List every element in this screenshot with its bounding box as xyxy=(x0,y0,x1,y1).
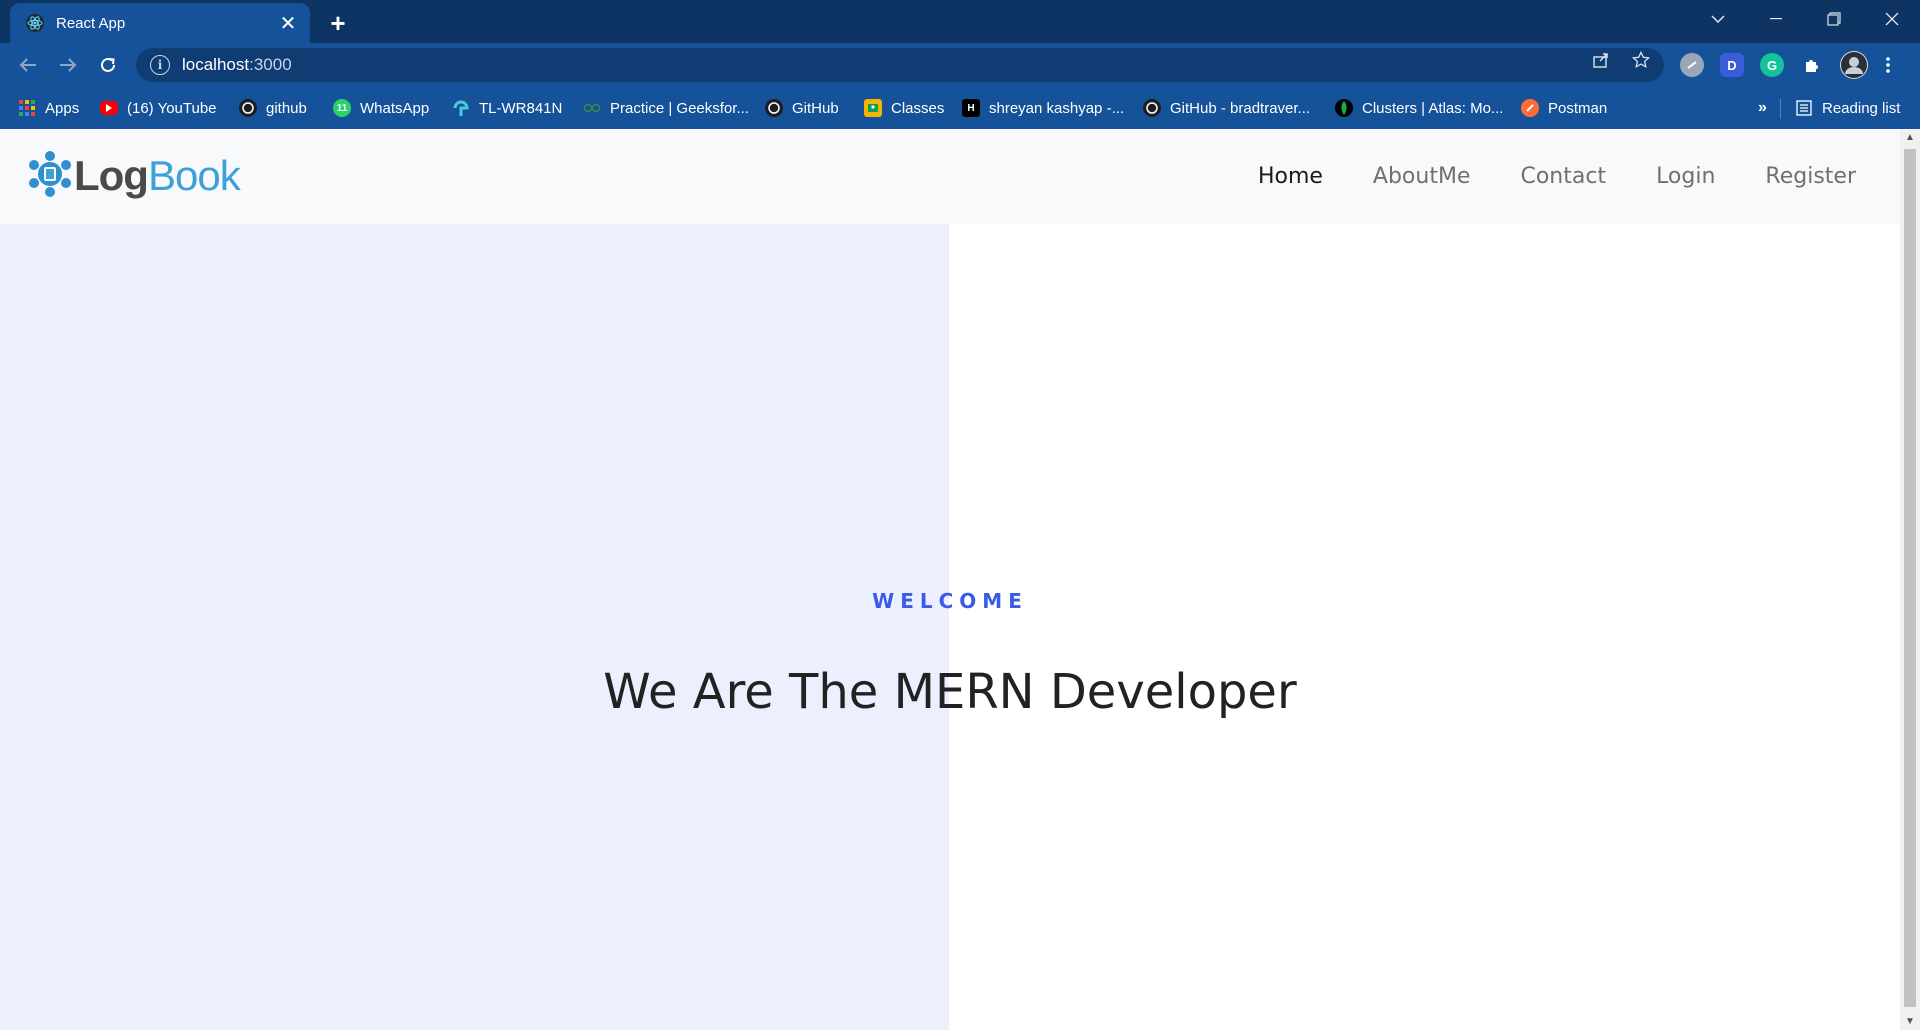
bookmarks-bar: Apps (16) YouTube github 11 WhatsApp TL-… xyxy=(0,87,1920,129)
bookmark-geeksforgeeks[interactable]: Practice | Geeksfor... xyxy=(583,97,749,119)
bookmark-label: Postman xyxy=(1548,99,1608,117)
bookmark-label: GitHub - bradtraver... xyxy=(1170,99,1311,117)
site-navbar: LogBook Home AboutMe Contact Login Regis… xyxy=(0,129,1900,224)
bookmark-label: WhatsApp xyxy=(360,99,430,117)
classroom-icon xyxy=(864,99,882,117)
hero-section: WELCOME We Are The MERN Developer xyxy=(0,224,1900,1030)
bookmark-tplink[interactable]: TL-WR841N xyxy=(452,97,562,119)
bookmark-github-2[interactable]: GitHub xyxy=(765,97,839,119)
bookmark-label: TL-WR841N xyxy=(479,99,563,117)
bookmark-label: (16) YouTube xyxy=(127,99,217,117)
reading-list-button[interactable]: Reading list xyxy=(1795,97,1900,119)
nav-aboutme[interactable]: AboutMe xyxy=(1373,164,1471,189)
bookmark-postman[interactable]: Postman xyxy=(1521,97,1607,119)
close-window-icon[interactable] xyxy=(1864,0,1920,38)
whatsapp-icon: 11 xyxy=(333,99,351,117)
close-tab-icon[interactable]: ✕ xyxy=(274,9,302,37)
tab-search-icon[interactable] xyxy=(1690,0,1746,38)
nav-home[interactable]: Home xyxy=(1258,164,1323,189)
tab-react-app[interactable]: React App ✕ xyxy=(10,3,310,43)
mongodb-leaf-icon xyxy=(1335,99,1353,117)
apps-grid-icon xyxy=(18,99,36,117)
minimize-icon[interactable] xyxy=(1748,0,1804,38)
bookmark-label: Practice | Geeksfor... xyxy=(610,99,749,117)
bookmark-github[interactable]: github xyxy=(239,97,307,119)
hero-eyebrow: WELCOME xyxy=(872,589,1028,613)
bookmark-hashnode[interactable]: H shreyan kashyap -... xyxy=(962,97,1124,119)
reading-list-icon xyxy=(1795,99,1813,117)
browser-toolbar: i localhost :3000 D G xyxy=(0,43,1920,87)
browser-menu-icon[interactable] xyxy=(1880,53,1896,77)
nav-links: Home AboutMe Contact Login Register xyxy=(1208,129,1856,224)
bookmarks-divider xyxy=(1780,99,1781,119)
tab-strip: React App ✕ + xyxy=(0,0,1920,43)
reload-icon[interactable] xyxy=(92,49,124,81)
bookmark-mongodb-atlas[interactable]: Clusters | Atlas: Mo... xyxy=(1335,97,1503,119)
url-host: localhost xyxy=(182,55,250,74)
profile-avatar[interactable] xyxy=(1840,51,1868,79)
bookmark-label: github xyxy=(266,99,307,117)
scroll-down-arrow-icon[interactable]: ▼ xyxy=(1900,1013,1920,1030)
site-info-icon[interactable]: i xyxy=(150,55,170,75)
github-icon xyxy=(765,99,783,117)
nav-contact[interactable]: Contact xyxy=(1520,164,1606,189)
extension-d-icon[interactable]: D xyxy=(1720,53,1744,77)
github-icon xyxy=(1143,99,1161,117)
bookmark-whatsapp[interactable]: 11 WhatsApp xyxy=(333,97,429,119)
bookmark-youtube[interactable]: (16) YouTube xyxy=(100,97,217,119)
bookmark-label: shreyan kashyap -... xyxy=(989,99,1125,117)
bookmark-label: Classes xyxy=(891,99,945,117)
bookmark-label: Apps xyxy=(45,99,80,117)
bookmark-github-bradtraversy[interactable]: GitHub - bradtraver... xyxy=(1143,97,1310,119)
postman-icon xyxy=(1521,99,1539,117)
bookmark-apps[interactable]: Apps xyxy=(18,97,79,119)
address-bar[interactable]: i localhost :3000 xyxy=(136,48,1664,82)
react-icon xyxy=(24,12,46,34)
extensions-puzzle-icon[interactable] xyxy=(1800,53,1824,77)
nav-login[interactable]: Login xyxy=(1656,164,1715,189)
browser-chrome: React App ✕ + i localhost :3000 D G Apps… xyxy=(0,0,1920,129)
logo-text: LogBook xyxy=(74,152,241,200)
forward-arrow-icon[interactable] xyxy=(52,49,84,81)
new-tab-button[interactable]: + xyxy=(322,7,354,39)
page-scrollbar[interactable]: ▲ ▼ xyxy=(1900,129,1920,1030)
geeksforgeeks-icon xyxy=(583,99,601,117)
scrollbar-thumb[interactable] xyxy=(1904,149,1916,1007)
bookmark-label: Clusters | Atlas: Mo... xyxy=(1362,99,1504,117)
hero-left-panel xyxy=(0,224,949,1030)
bookmark-classes[interactable]: Classes xyxy=(864,97,944,119)
github-icon xyxy=(239,99,257,117)
reading-list-label: Reading list xyxy=(1822,99,1901,117)
logo-text-book: Book xyxy=(147,152,241,199)
share-icon[interactable] xyxy=(1586,49,1616,71)
hashnode-icon: H xyxy=(962,99,980,117)
youtube-icon xyxy=(100,101,118,115)
page-viewport: LogBook Home AboutMe Contact Login Regis… xyxy=(0,129,1900,1030)
back-arrow-icon[interactable] xyxy=(12,49,44,81)
logo-gear-icon xyxy=(28,150,72,203)
logo-text-log: Log xyxy=(74,152,149,199)
bookmark-label: GitHub xyxy=(792,99,839,117)
url-port: :3000 xyxy=(249,55,292,74)
tab-title: React App xyxy=(56,14,126,32)
hero-headline: We Are The MERN Developer xyxy=(603,664,1297,720)
tplink-icon xyxy=(452,99,470,117)
nav-register[interactable]: Register xyxy=(1765,164,1856,189)
restore-icon[interactable] xyxy=(1806,0,1862,38)
grammarly-icon[interactable]: G xyxy=(1760,53,1784,77)
extension-circle-icon[interactable] xyxy=(1680,53,1704,77)
bookmarks-overflow-button[interactable]: » xyxy=(1758,97,1767,119)
logbook-logo[interactable]: LogBook xyxy=(28,150,241,203)
bookmark-star-icon[interactable] xyxy=(1626,49,1656,71)
scroll-up-arrow-icon[interactable]: ▲ xyxy=(1900,129,1920,146)
